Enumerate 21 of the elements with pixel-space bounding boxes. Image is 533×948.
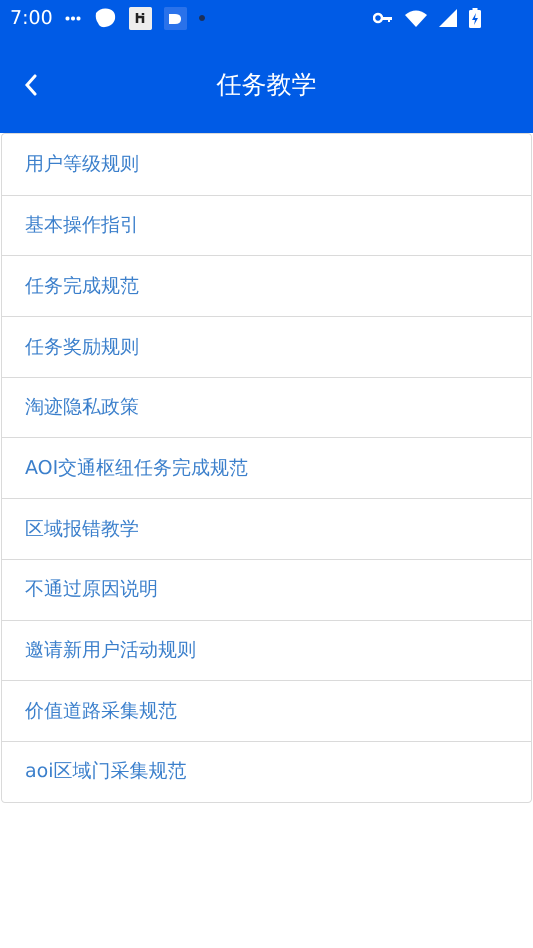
status-time: 7:00 bbox=[10, 6, 53, 31]
key-icon bbox=[373, 12, 393, 24]
signal-icon bbox=[439, 9, 457, 27]
menu-item[interactable]: 邀请新用户活动规则 bbox=[2, 620, 531, 680]
menu-item[interactable]: 任务完成规范 bbox=[2, 255, 531, 316]
more-icon bbox=[64, 16, 81, 20]
menu-item[interactable]: 用户等级规则 bbox=[2, 134, 531, 195]
menu-item[interactable]: 价值道路采集规范 bbox=[2, 680, 531, 741]
app-icon bbox=[128, 6, 152, 30]
page-title: 任务教学 bbox=[216, 68, 316, 101]
wifi-icon bbox=[405, 10, 427, 26]
app-icon bbox=[164, 6, 187, 30]
menu-item[interactable]: 基本操作指引 bbox=[2, 194, 531, 256]
battery-icon bbox=[469, 8, 481, 28]
menu-item[interactable]: 不通过原因说明 bbox=[2, 558, 531, 620]
menu-item[interactable]: 任务奖励规则 bbox=[2, 316, 531, 377]
menu-item[interactable]: AOI交通枢纽任务完成规范 bbox=[2, 437, 531, 498]
menu-item[interactable]: aoi区域门采集规范 bbox=[2, 740, 531, 802]
menu-item[interactable]: 淘迹隐私政策 bbox=[2, 376, 531, 438]
notification-dot-icon bbox=[198, 15, 205, 21]
menu-item[interactable]: 区域报错教学 bbox=[2, 498, 531, 559]
